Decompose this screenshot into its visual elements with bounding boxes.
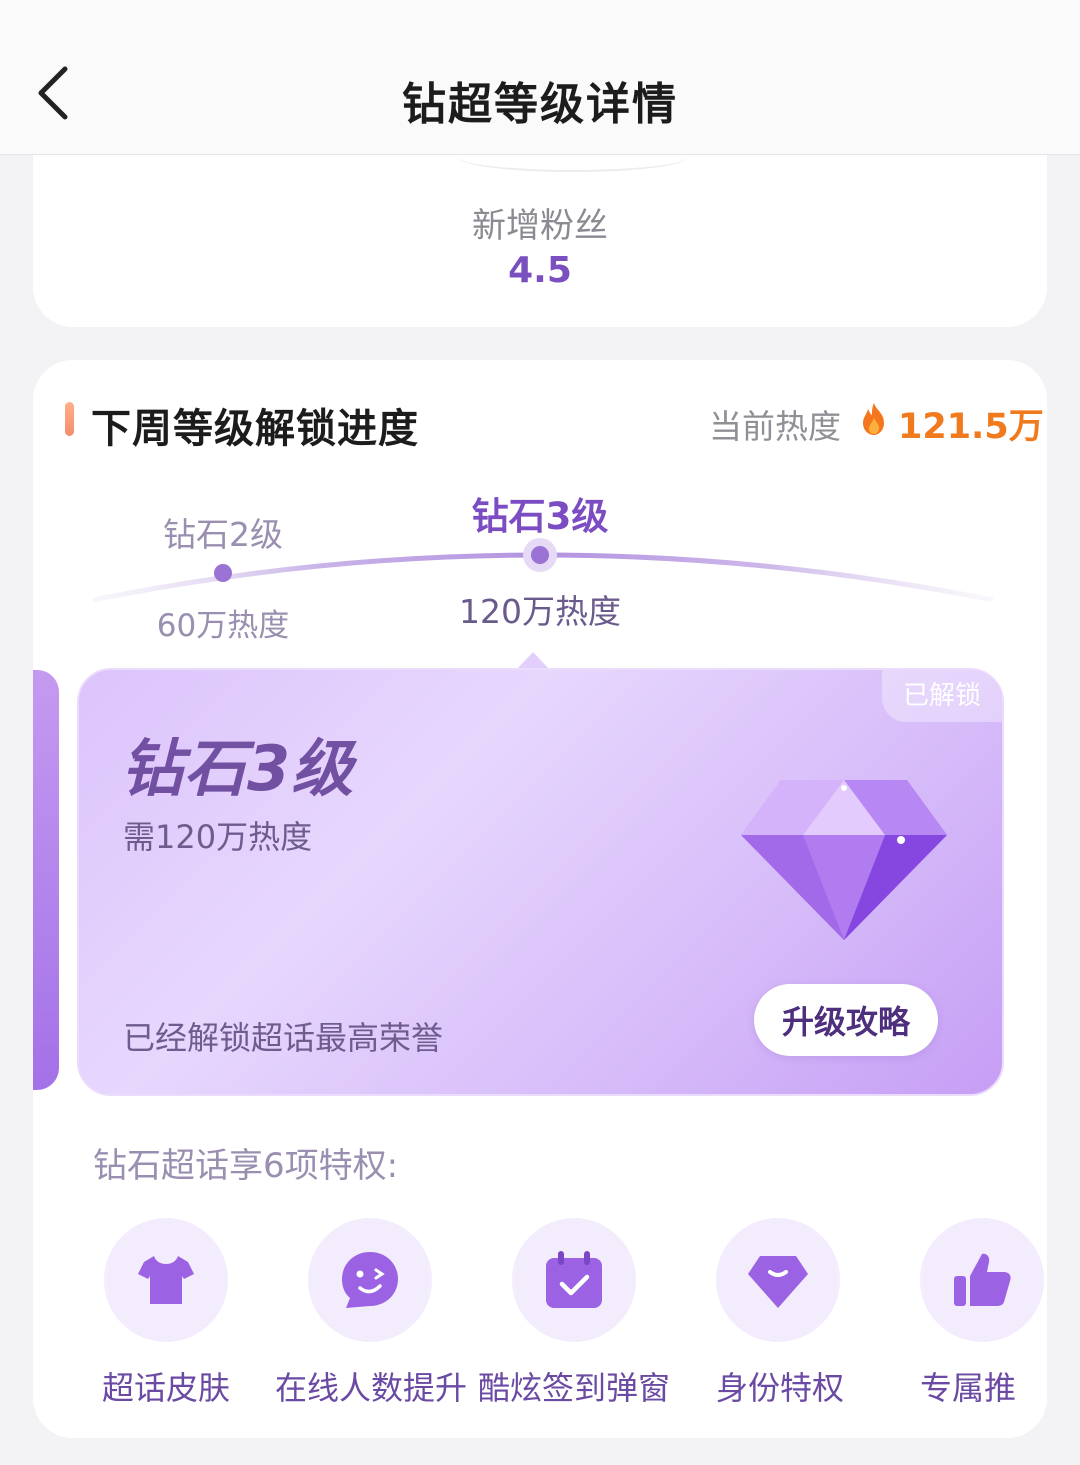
- privilege-icon-circle: [716, 1218, 840, 1342]
- card-honor-text: 已经解锁超话最高荣誉: [123, 1019, 444, 1057]
- new-fans-value: 4.5: [508, 250, 572, 291]
- gem-smile-icon: [748, 1256, 808, 1308]
- privileges-title: 钻石超话享6项特权:: [93, 1146, 399, 1186]
- card-pointer: [516, 652, 550, 670]
- card-requirement: 需120万热度: [123, 818, 313, 856]
- thumbs-up-icon: [954, 1253, 1011, 1306]
- new-fans-label: 新增粉丝: [472, 206, 608, 246]
- level-card[interactable]: 已解锁 钻石3级 需120万热度 已经解锁超话最高荣誉 升级攻略: [77, 668, 1004, 1096]
- level-2-dot: [214, 564, 232, 582]
- section-accent-bar: [65, 402, 74, 436]
- level-progress-card: 下周等级解锁进度 当前热度 121.5万 钻石2级 60万热度 钻石3级 120…: [33, 360, 1047, 1438]
- privilege-label: 超话皮肤: [102, 1369, 231, 1407]
- diamond-icon: [741, 780, 947, 940]
- privilege-label: 专属推: [920, 1369, 1017, 1407]
- tshirt-icon: [138, 1256, 194, 1304]
- wink-chat-icon: [342, 1252, 398, 1308]
- flame-icon: [863, 403, 884, 435]
- calendar-check-icon: [546, 1251, 602, 1308]
- privilege-icon-circle: [920, 1218, 1044, 1342]
- privilege-icon-circle: [512, 1218, 636, 1342]
- privilege-item-exclusive[interactable]: 专属推: [882, 1218, 1047, 1418]
- privilege-item-identity[interactable]: 身份特权: [678, 1218, 878, 1418]
- privilege-icon-circle: [104, 1218, 228, 1342]
- upgrade-guide-button[interactable]: 升级攻略: [754, 984, 938, 1056]
- privilege-label: 身份特权: [716, 1369, 845, 1407]
- privilege-label: 在线人数提升: [275, 1369, 468, 1407]
- level-3-dot: [531, 546, 549, 564]
- unlocked-badge: 已解锁: [882, 670, 1002, 722]
- page-title: 钻超等级详情: [402, 79, 678, 130]
- top-bar: 钻超等级详情: [0, 0, 1080, 155]
- card-level-title: 钻石3级: [121, 732, 355, 805]
- privilege-icon-circle: [308, 1218, 432, 1342]
- current-heat-label: 当前热度: [709, 407, 841, 446]
- privilege-item-checkin[interactable]: 酷炫签到弹窗: [474, 1218, 674, 1418]
- level-2-name[interactable]: 钻石2级: [133, 508, 313, 556]
- section-title: 下周等级解锁进度: [91, 406, 419, 452]
- level-3-name[interactable]: 钻石3级: [440, 486, 640, 540]
- privilege-label: 酷炫签到弹窗: [478, 1369, 671, 1407]
- privilege-item-skin[interactable]: 超话皮肤: [66, 1218, 266, 1418]
- level-3-requirement: 120万热度: [459, 592, 621, 631]
- level-2-requirement: 60万热度: [156, 608, 290, 644]
- previous-level-card-peek[interactable]: [33, 670, 59, 1090]
- current-heat-value: 121.5万: [898, 407, 1044, 447]
- privilege-item-online[interactable]: 在线人数提升: [270, 1218, 470, 1418]
